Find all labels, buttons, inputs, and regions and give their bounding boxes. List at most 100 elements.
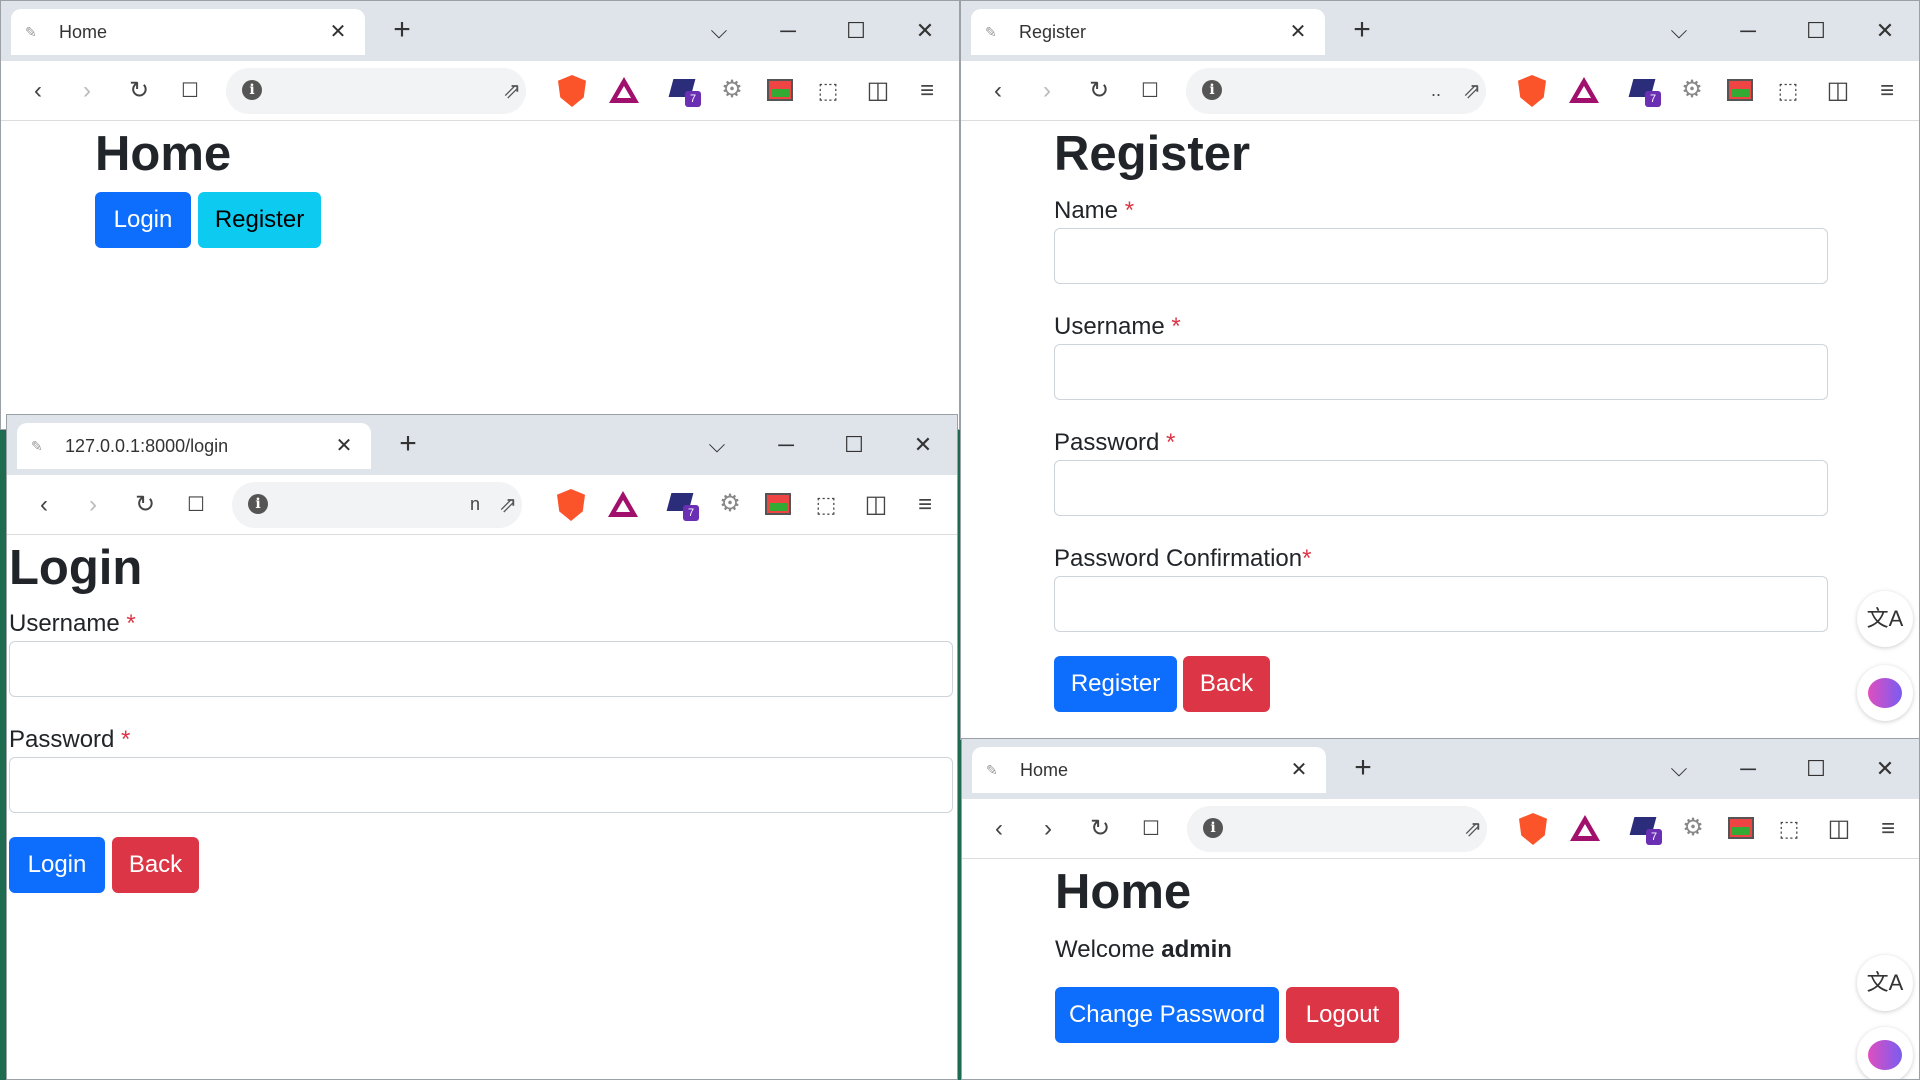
bookmark-icon[interactable]: ☐ — [175, 76, 205, 106]
back-button[interactable]: Back — [112, 837, 199, 893]
change-password-button[interactable]: Change Password — [1055, 987, 1279, 1043]
new-tab-button[interactable]: + — [392, 429, 424, 461]
info-icon[interactable]: i — [1202, 80, 1222, 100]
gear-icon[interactable]: ⚙ — [1679, 77, 1705, 103]
info-icon[interactable]: i — [242, 80, 262, 100]
login-submit-button[interactable]: Login — [9, 837, 105, 893]
bookmark-icon[interactable]: ☐ — [1135, 76, 1165, 106]
calendar-icon[interactable] — [767, 79, 793, 101]
minimize-button[interactable]: ─ — [769, 429, 803, 461]
tab-search-dropdown-icon[interactable]: ⌵ — [702, 15, 736, 47]
minimize-button[interactable]: ─ — [1731, 15, 1765, 47]
share-icon[interactable]: ⇗ — [1457, 76, 1487, 106]
reload-icon[interactable]: ↻ — [1084, 76, 1114, 106]
share-icon[interactable]: ⇗ — [1458, 814, 1488, 844]
forward-icon[interactable]: › — [78, 490, 108, 520]
brave-shields-icon[interactable] — [1518, 75, 1546, 107]
sidebar-icon[interactable]: ◫ — [1823, 76, 1853, 106]
close-window-button[interactable]: ✕ — [1868, 15, 1902, 47]
info-icon[interactable]: i — [248, 494, 268, 514]
bat-rewards-icon[interactable] — [608, 491, 638, 517]
tab-search-dropdown-icon[interactable]: ⌵ — [1662, 15, 1696, 47]
browser-tab[interactable]: ✎ Register ✕ — [971, 9, 1325, 55]
menu-icon[interactable]: ≡ — [1872, 76, 1902, 106]
forward-icon[interactable]: › — [1033, 814, 1063, 844]
ai-assistant-button[interactable] — [1857, 665, 1913, 721]
menu-icon[interactable]: ≡ — [1873, 814, 1903, 844]
back-icon[interactable]: ‹ — [983, 76, 1013, 106]
brave-shields-icon[interactable] — [1519, 813, 1547, 845]
tab-close-icon[interactable]: ✕ — [1286, 757, 1312, 783]
gear-icon[interactable]: ⚙ — [717, 491, 743, 517]
extension-icon[interactable]: 7 — [666, 491, 699, 521]
puzzle-icon[interactable]: ⬚ — [1773, 76, 1803, 106]
browser-tab[interactable]: ✎ Home ✕ — [972, 747, 1326, 793]
close-window-button[interactable]: ✕ — [906, 429, 940, 461]
reload-icon[interactable]: ↻ — [1085, 814, 1115, 844]
maximize-button[interactable]: ☐ — [1799, 15, 1833, 47]
translate-button[interactable]: 文A — [1857, 591, 1913, 647]
tab-close-icon[interactable]: ✕ — [1285, 19, 1311, 45]
forward-icon[interactable]: › — [1032, 76, 1062, 106]
tab-close-icon[interactable]: ✕ — [325, 19, 351, 45]
minimize-button[interactable]: ─ — [1731, 753, 1765, 785]
minimize-button[interactable]: ─ — [771, 15, 805, 47]
share-icon[interactable]: ⇗ — [493, 490, 523, 520]
info-icon[interactable]: i — [1203, 818, 1223, 838]
extension-icon[interactable]: 7 — [1628, 77, 1661, 107]
brave-shields-icon[interactable] — [557, 489, 585, 521]
back-icon[interactable]: ‹ — [984, 814, 1014, 844]
maximize-button[interactable]: ☐ — [837, 429, 871, 461]
bat-rewards-icon[interactable] — [1569, 77, 1599, 103]
password-confirmation-field[interactable] — [1054, 576, 1828, 632]
close-window-button[interactable]: ✕ — [908, 15, 942, 47]
puzzle-icon[interactable]: ⬚ — [811, 490, 841, 520]
back-button[interactable]: Back — [1183, 656, 1270, 712]
new-tab-button[interactable]: + — [1346, 15, 1378, 47]
forward-icon[interactable]: › — [72, 76, 102, 106]
back-icon[interactable]: ‹ — [23, 76, 53, 106]
password-field[interactable] — [9, 757, 953, 813]
bat-rewards-icon[interactable] — [609, 77, 639, 103]
login-button[interactable]: Login — [95, 192, 191, 248]
extension-icon[interactable]: 7 — [668, 77, 701, 107]
sidebar-icon[interactable]: ◫ — [861, 490, 891, 520]
sidebar-icon[interactable]: ◫ — [863, 76, 893, 106]
calendar-icon[interactable] — [765, 493, 791, 515]
password-field[interactable] — [1054, 460, 1828, 516]
address-bar[interactable]: i — [1187, 806, 1487, 852]
puzzle-icon[interactable]: ⬚ — [1774, 814, 1804, 844]
gear-icon[interactable]: ⚙ — [1680, 815, 1706, 841]
maximize-button[interactable]: ☐ — [839, 15, 873, 47]
close-window-button[interactable]: ✕ — [1868, 753, 1902, 785]
menu-icon[interactable]: ≡ — [912, 76, 942, 106]
browser-tab[interactable]: ✎ 127.0.0.1:8000/login ✕ — [17, 423, 371, 469]
bookmark-icon[interactable]: ☐ — [1136, 814, 1166, 844]
calendar-icon[interactable] — [1727, 79, 1753, 101]
extension-icon[interactable]: 7 — [1629, 815, 1662, 845]
puzzle-icon[interactable]: ⬚ — [813, 76, 843, 106]
ai-assistant-button[interactable] — [1857, 1027, 1913, 1079]
username-field[interactable] — [1054, 344, 1828, 400]
gear-icon[interactable]: ⚙ — [719, 77, 745, 103]
browser-tab[interactable]: ✎ Home ✕ — [11, 9, 365, 55]
tab-close-icon[interactable]: ✕ — [331, 433, 357, 459]
address-bar[interactable]: i .. — [1186, 68, 1486, 114]
new-tab-button[interactable]: + — [386, 15, 418, 47]
reload-icon[interactable]: ↻ — [124, 76, 154, 106]
sidebar-icon[interactable]: ◫ — [1824, 814, 1854, 844]
bookmark-icon[interactable]: ☐ — [181, 490, 211, 520]
calendar-icon[interactable] — [1728, 817, 1754, 839]
address-bar[interactable]: i — [226, 68, 526, 114]
brave-shields-icon[interactable] — [558, 75, 586, 107]
tab-search-dropdown-icon[interactable]: ⌵ — [700, 429, 734, 461]
reload-icon[interactable]: ↻ — [130, 490, 160, 520]
new-tab-button[interactable]: + — [1347, 753, 1379, 785]
logout-button[interactable]: Logout — [1286, 987, 1399, 1043]
tab-search-dropdown-icon[interactable]: ⌵ — [1662, 753, 1696, 785]
address-bar[interactable]: i n — [232, 482, 522, 528]
bat-rewards-icon[interactable] — [1570, 815, 1600, 841]
username-field[interactable] — [9, 641, 953, 697]
share-icon[interactable]: ⇗ — [497, 76, 527, 106]
menu-icon[interactable]: ≡ — [910, 490, 940, 520]
